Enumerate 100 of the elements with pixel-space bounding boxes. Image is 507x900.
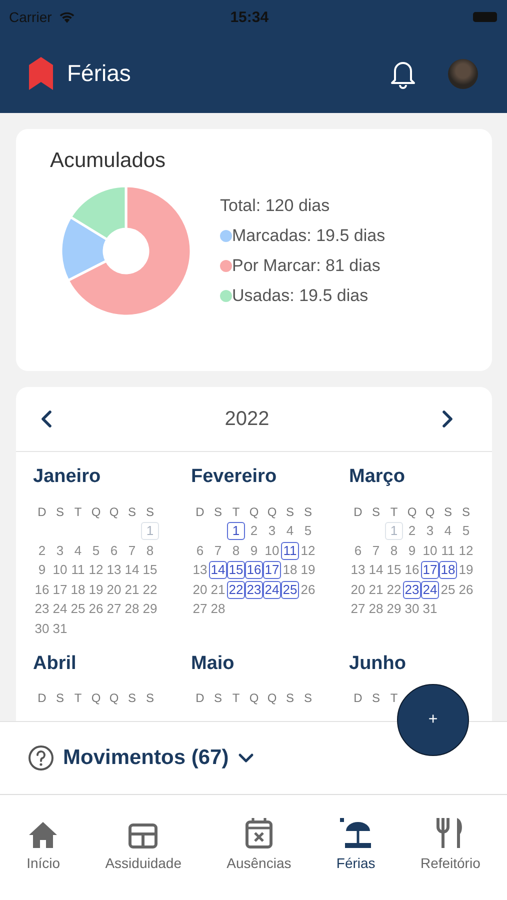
- calendar-day[interactable]: 13: [105, 562, 123, 578]
- calendar-day[interactable]: 21: [209, 582, 227, 598]
- tab-item[interactable]: Férias: [336, 815, 376, 900]
- calendar-day[interactable]: 7: [367, 542, 385, 559]
- calendar-day[interactable]: 29: [385, 601, 403, 618]
- calendar-day[interactable]: 4: [439, 523, 457, 540]
- calendar-day[interactable]: 12: [87, 562, 105, 578]
- calendar-day[interactable]: 7: [209, 542, 227, 559]
- calendar-day[interactable]: 5: [299, 523, 317, 540]
- calendar-day[interactable]: 25: [281, 580, 299, 599]
- calendar-day[interactable]: 9: [403, 542, 421, 559]
- calendar-day[interactable]: 24: [263, 580, 281, 599]
- calendar-day[interactable]: 9: [33, 562, 51, 578]
- calendar-day[interactable]: 31: [51, 620, 69, 637]
- calendar-day[interactable]: 6: [191, 542, 209, 559]
- calendar-day[interactable]: 31: [421, 601, 439, 618]
- calendar-day[interactable]: 5: [87, 542, 105, 559]
- calendar-day[interactable]: 4: [69, 542, 87, 559]
- calendar-day[interactable]: 20: [105, 582, 123, 598]
- calendar-day[interactable]: 9: [245, 542, 263, 559]
- calendar-day[interactable]: 13: [349, 562, 367, 578]
- calendar-day[interactable]: 16: [245, 561, 263, 580]
- calendar-day[interactable]: 18: [281, 562, 299, 578]
- calendar-day[interactable]: 24: [421, 580, 439, 599]
- calendar-day[interactable]: 23: [33, 601, 51, 618]
- calendar-day[interactable]: 22: [385, 582, 403, 598]
- calendar-day[interactable]: 3: [51, 542, 69, 559]
- calendar-day[interactable]: 30: [33, 620, 51, 637]
- calendar-day[interactable]: 26: [299, 582, 317, 598]
- calendar-day[interactable]: 22: [227, 580, 245, 599]
- calendar-day[interactable]: 23: [245, 580, 263, 599]
- calendar-day[interactable]: 17: [51, 582, 69, 598]
- calendar-day[interactable]: 12: [299, 542, 317, 559]
- calendar-day[interactable]: 28: [123, 601, 141, 618]
- calendar-day[interactable]: 28: [367, 601, 385, 618]
- calendar-day[interactable]: 14: [367, 562, 385, 578]
- movements-title[interactable]: Movimentos (67): [63, 746, 229, 770]
- calendar-day[interactable]: 27: [349, 601, 367, 618]
- calendar-day[interactable]: 6: [349, 542, 367, 559]
- tab-item[interactable]: Assiduidade: [105, 815, 182, 900]
- calendar-day[interactable]: 3: [421, 523, 439, 540]
- chevron-right-icon[interactable]: [442, 410, 454, 428]
- calendar-day[interactable]: 27: [105, 601, 123, 618]
- calendar-day[interactable]: 2: [403, 523, 421, 540]
- calendar-day[interactable]: 13: [191, 562, 209, 578]
- calendar-day[interactable]: 11: [69, 562, 87, 578]
- calendar-day[interactable]: 15: [385, 562, 403, 578]
- calendar-day[interactable]: 12: [457, 542, 475, 559]
- calendar-day[interactable]: 25: [69, 601, 87, 618]
- tab-item[interactable]: Ausências: [226, 815, 292, 900]
- calendar-day[interactable]: 14: [123, 562, 141, 578]
- calendar-day[interactable]: 17: [263, 561, 281, 580]
- calendar-day[interactable]: 21: [367, 582, 385, 598]
- calendar-day[interactable]: 18: [69, 582, 87, 598]
- calendar-day[interactable]: 23: [403, 580, 421, 599]
- calendar-day[interactable]: 16: [403, 562, 421, 578]
- calendar-day[interactable]: 1: [227, 522, 245, 540]
- calendar-day[interactable]: 10: [421, 542, 439, 559]
- calendar-day[interactable]: 27: [191, 601, 209, 618]
- calendar-day[interactable]: 1: [141, 522, 159, 540]
- tab-item[interactable]: Início: [26, 815, 60, 900]
- calendar-day[interactable]: 6: [105, 542, 123, 559]
- calendar-day[interactable]: 8: [227, 542, 245, 559]
- chevron-left-icon[interactable]: [40, 410, 52, 428]
- calendar-day[interactable]: 19: [87, 582, 105, 598]
- calendar-day[interactable]: 29: [141, 601, 159, 618]
- calendar-day[interactable]: 28: [209, 601, 227, 618]
- calendar-day[interactable]: 15: [227, 561, 245, 580]
- calendar-day[interactable]: 26: [457, 582, 475, 598]
- calendar-day[interactable]: 21: [123, 582, 141, 598]
- help-icon[interactable]: [28, 745, 54, 771]
- calendar-day[interactable]: 15: [141, 562, 159, 578]
- calendar-day[interactable]: 2: [33, 542, 51, 559]
- calendar-day[interactable]: 11: [281, 542, 299, 560]
- calendar-day[interactable]: 20: [349, 582, 367, 598]
- tab-item[interactable]: Refeitório: [420, 815, 480, 900]
- calendar-day[interactable]: 24: [51, 601, 69, 618]
- calendar-day[interactable]: 17: [421, 561, 439, 580]
- calendar-day[interactable]: 14: [209, 561, 227, 580]
- calendar-day[interactable]: 19: [299, 562, 317, 578]
- calendar-day[interactable]: 8: [141, 542, 159, 559]
- calendar-day[interactable]: 19: [457, 562, 475, 578]
- calendar-day[interactable]: 16: [33, 582, 51, 598]
- calendar-day[interactable]: 7: [123, 542, 141, 559]
- calendar-day[interactable]: 18: [439, 561, 457, 580]
- calendar-day[interactable]: 25: [439, 582, 457, 598]
- calendar-day[interactable]: 10: [263, 542, 281, 559]
- calendar-day[interactable]: 30: [403, 601, 421, 618]
- calendar-day[interactable]: 5: [457, 523, 475, 540]
- calendar-day[interactable]: 3: [263, 523, 281, 540]
- calendar-day[interactable]: 4: [281, 523, 299, 540]
- calendar-day[interactable]: 26: [87, 601, 105, 618]
- chevron-down-icon[interactable]: [238, 753, 254, 763]
- calendar-day[interactable]: 1: [385, 522, 403, 540]
- calendar-day[interactable]: 11: [439, 542, 457, 559]
- calendar-day[interactable]: 2: [245, 523, 263, 540]
- calendar-day[interactable]: 8: [385, 542, 403, 559]
- calendar-day[interactable]: 22: [141, 582, 159, 598]
- calendar-day[interactable]: 10: [51, 562, 69, 578]
- calendar-day[interactable]: 20: [191, 582, 209, 598]
